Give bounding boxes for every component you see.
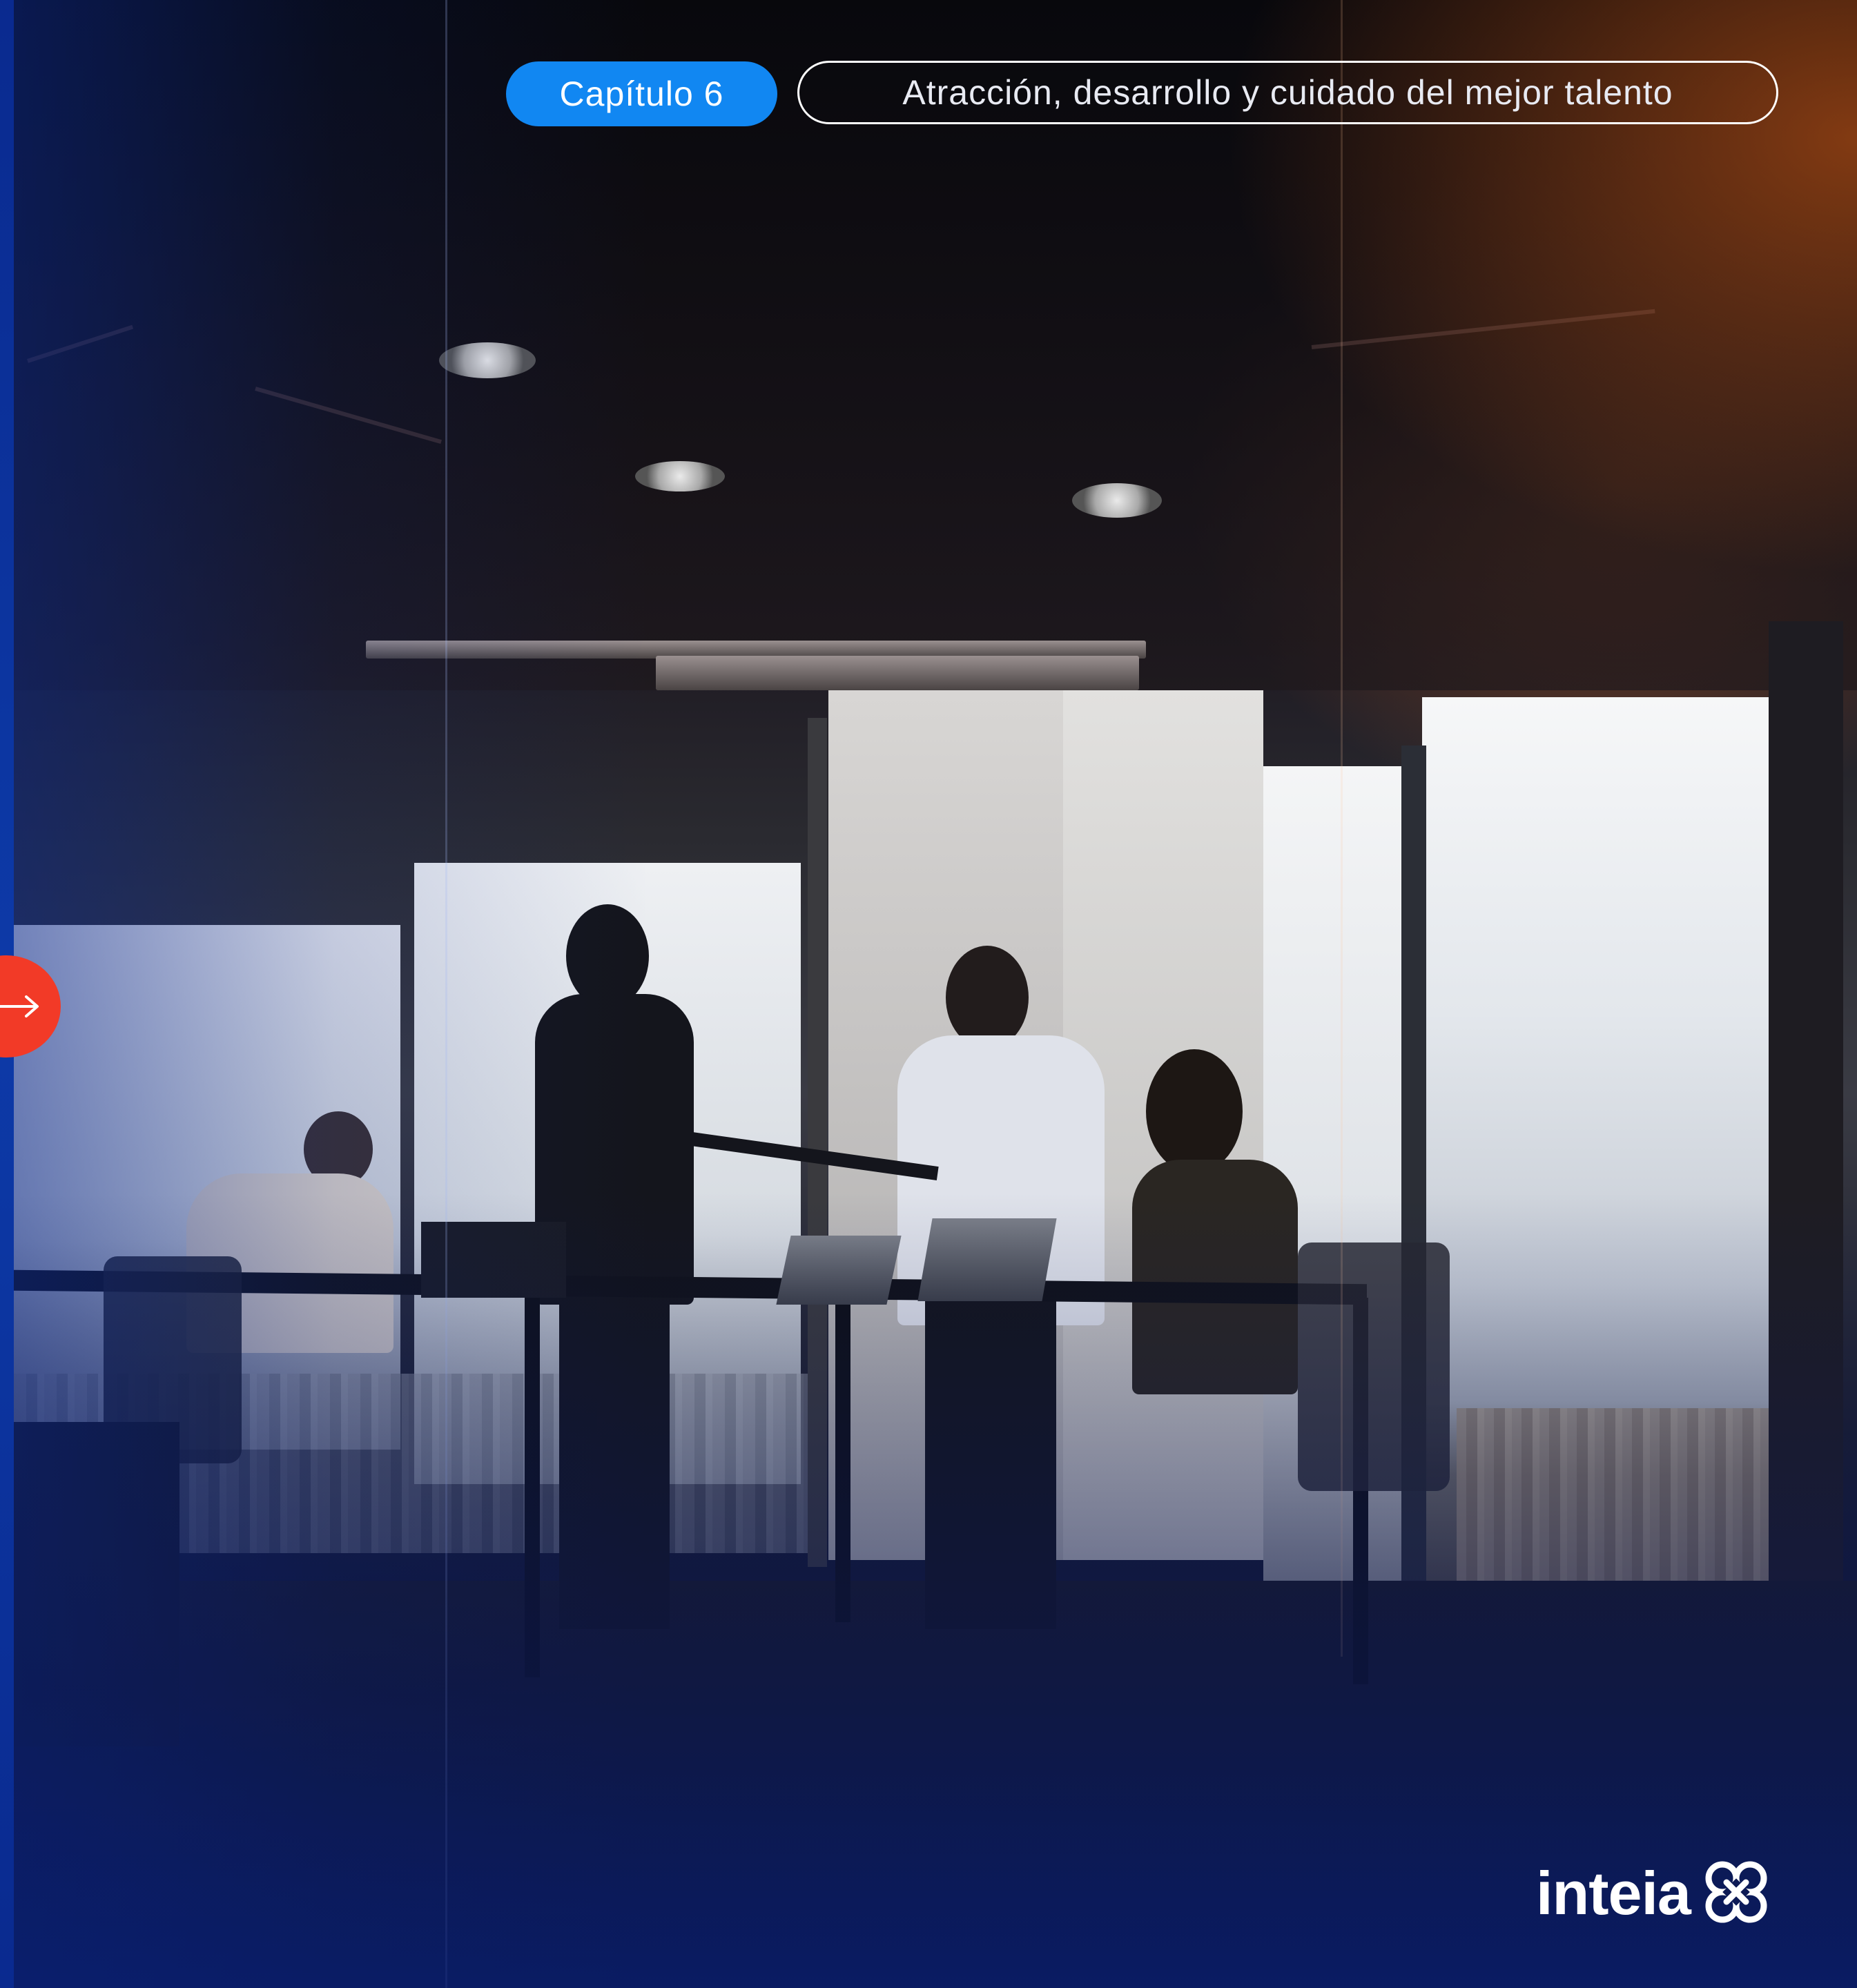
brand-logo: inteia [1536, 1855, 1778, 1931]
chapter-title: Atracción, desarrollo y cuidado del mejo… [797, 61, 1778, 124]
blue-gradient-overlay [0, 0, 1857, 1988]
chapter-badge: Capítulo 6 [506, 61, 777, 126]
cover-page: Capítulo 6 Atracción, desarrollo y cuida… [0, 0, 1857, 1988]
arrow-right-icon [0, 994, 40, 1019]
inteia-knot-icon [1702, 1858, 1771, 1929]
logo-wordmark: inteia [1536, 1859, 1691, 1927]
